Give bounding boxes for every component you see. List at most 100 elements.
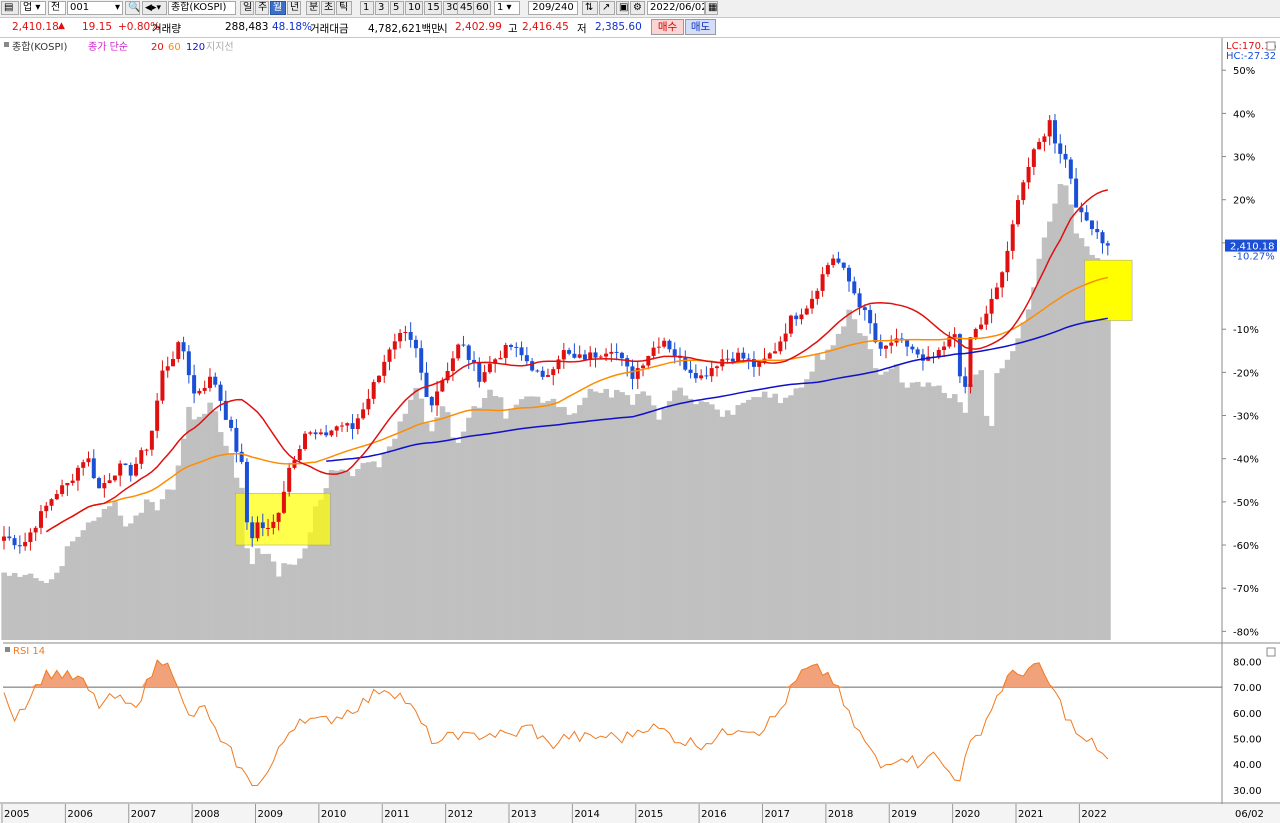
candle: [535, 370, 540, 372]
profile-bar: [508, 408, 514, 640]
unit-select[interactable]: 1 ▾: [494, 1, 520, 15]
rsi-legend: RSI 14: [13, 646, 45, 657]
profile-bar: [191, 419, 198, 640]
candle: [1100, 232, 1105, 244]
interval-5[interactable]: 5: [390, 1, 404, 15]
profile-bar: [386, 446, 393, 640]
profile-bar: [862, 335, 868, 640]
market-select[interactable]: 업 ▾: [20, 1, 46, 15]
profile-bar: [1052, 203, 1058, 640]
candle: [54, 494, 59, 500]
profile-bar: [703, 402, 710, 640]
sell-button[interactable]: 매도: [685, 19, 716, 35]
search-icon[interactable]: 🔍: [125, 1, 140, 15]
profile-bar: [587, 388, 594, 640]
legend-square-icon: [4, 42, 9, 47]
change-arrow-icon: ▲: [58, 21, 65, 31]
date-input[interactable]: 2022/06/02: [647, 1, 705, 15]
tab-day[interactable]: 일: [240, 1, 254, 15]
candle: [667, 340, 672, 350]
profile-bar: [143, 499, 150, 640]
buy-button[interactable]: 매수: [651, 19, 684, 35]
speaker-icon[interactable]: ◀▸▾: [142, 1, 167, 15]
compare-icon[interactable]: ⇅: [582, 1, 598, 15]
candle: [413, 339, 418, 349]
profile-bar: [629, 404, 636, 640]
candle: [804, 308, 809, 315]
profile-bar: [101, 508, 108, 640]
save-icon[interactable]: ▣: [616, 1, 629, 15]
y-tick-label: 50%: [1233, 66, 1255, 77]
gear-icon[interactable]: ⚙: [630, 1, 645, 15]
tab-month[interactable]: 월: [270, 1, 286, 15]
profile-bar: [529, 396, 536, 640]
candle: [498, 357, 503, 360]
candle: [23, 542, 28, 547]
profile-bar: [661, 408, 668, 640]
candle: [1105, 243, 1110, 246]
x-tick-label: 2019: [891, 809, 916, 820]
profile-bar: [196, 416, 203, 640]
profile-bar: [936, 385, 942, 640]
candle: [207, 376, 212, 388]
profile-bar: [693, 404, 699, 640]
code-input[interactable]: 001 ▾: [67, 1, 123, 15]
rsi-pane-close-icon[interactable]: [1266, 647, 1276, 657]
candle: [382, 361, 387, 376]
tab-tick[interactable]: 틱: [336, 1, 352, 15]
interval-10[interactable]: 10: [405, 1, 423, 15]
trend-icon[interactable]: ↗: [599, 1, 615, 15]
candle: [366, 398, 371, 410]
profile-bar: [555, 407, 562, 640]
period-type-select[interactable]: 전: [48, 1, 66, 15]
calendar-icon[interactable]: ▦: [705, 1, 718, 15]
profile-bar: [883, 371, 889, 640]
interval-15[interactable]: 15: [424, 1, 442, 15]
code-value: 001: [70, 2, 90, 13]
tab-minute[interactable]: 분: [306, 1, 320, 15]
candle: [831, 258, 836, 266]
y-tick-label: 40%: [1233, 109, 1255, 120]
profile-bar: [571, 413, 578, 640]
price-chart[interactable]: 50%40%30%20%10%-10%-20%-30%-40%-50%-60%-…: [0, 38, 1280, 823]
candle: [165, 366, 170, 371]
profile-bar: [355, 469, 361, 640]
tab-year[interactable]: 년: [287, 1, 301, 15]
y-tick-label: -70%: [1233, 584, 1259, 595]
profile-bar: [1078, 238, 1085, 640]
interval-3[interactable]: 3: [375, 1, 389, 15]
profile-bar: [503, 418, 509, 640]
candle: [371, 382, 376, 399]
profile-bar: [613, 389, 620, 640]
profile-bar: [598, 392, 604, 640]
profile-bar: [175, 465, 182, 640]
price-pane-close-icon[interactable]: [1266, 41, 1276, 51]
candle: [561, 350, 566, 360]
candle: [704, 375, 709, 377]
candle: [398, 332, 403, 342]
candle: [12, 538, 17, 546]
candle: [281, 491, 286, 513]
profile-bar: [666, 401, 673, 640]
candle: [91, 458, 96, 479]
profile-bar: [888, 368, 895, 640]
candle: [910, 346, 915, 350]
candle: [318, 432, 323, 435]
chart-type-icon[interactable]: ▤: [1, 1, 19, 15]
candle: [7, 536, 12, 539]
candle: [746, 358, 751, 360]
tab-week[interactable]: 주: [255, 1, 269, 15]
x-tick-label: 2008: [194, 809, 219, 820]
profile-bar: [656, 419, 662, 640]
candle: [979, 324, 984, 330]
interval-1[interactable]: 1: [360, 1, 374, 15]
profile-bar: [371, 461, 377, 640]
tab-second[interactable]: 초: [321, 1, 335, 15]
interval-60[interactable]: 60: [473, 1, 491, 15]
profile-bar: [941, 392, 948, 640]
profile-bar: [915, 381, 921, 640]
profile-bar: [878, 374, 884, 640]
x-tick-label: 2022: [1081, 809, 1106, 820]
profile-bar: [846, 309, 852, 640]
candle: [630, 366, 635, 379]
